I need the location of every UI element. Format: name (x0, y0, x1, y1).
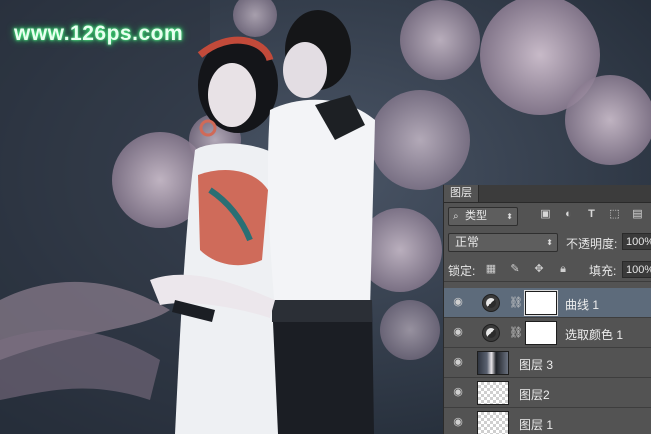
search-icon: ⌕ (453, 211, 459, 222)
layer-row-layer-1[interactable]: ◉ 图层 1 (444, 408, 651, 434)
eye-icon[interactable]: ◉ (451, 386, 465, 398)
layer-row-layer-2[interactable]: ◉ 图层2 (444, 378, 651, 408)
layer-name[interactable]: 图层2 (519, 386, 550, 403)
stepper-arrows-icon: ⬍ (506, 212, 513, 221)
link-icon[interactable]: ⛓︎ (509, 296, 523, 309)
image-filter-icon[interactable]: ▣ (539, 208, 552, 221)
adjustment-layer-icon (482, 324, 500, 342)
smart-object-filter-icon[interactable]: ▤ (631, 208, 644, 221)
layers-panel: 图层 ⌕ 类型 ⬍ ▣ ◐ T ⬚ ▤ 正常 ⬍ 不透明度: 100% 锁定: … (443, 185, 651, 434)
type-filter-icon[interactable]: T (585, 208, 598, 221)
layer-name[interactable]: 图层 3 (519, 356, 553, 373)
shape-filter-icon[interactable]: ⬚ (608, 208, 621, 221)
layer-mask-thumbnail[interactable] (524, 290, 558, 316)
layer-thumbnail[interactable] (477, 351, 509, 375)
stepper-arrows-icon: ⬍ (546, 238, 553, 247)
layer-thumbnail[interactable] (477, 411, 509, 434)
lock-paint-icon[interactable]: ✎ (508, 262, 522, 276)
tab-layers[interactable]: 图层 (444, 185, 479, 202)
adjustment-filter-icon[interactable]: ◐ (562, 208, 575, 221)
eye-icon[interactable]: ◉ (451, 416, 465, 428)
opacity-input[interactable]: 100% (622, 233, 651, 250)
eye-icon[interactable]: ◉ (451, 296, 465, 308)
site-watermark: www.126ps.com (14, 22, 184, 45)
layer-mask-thumbnail[interactable] (525, 321, 557, 345)
link-icon[interactable]: ⛓︎ (509, 326, 523, 339)
fill-input[interactable]: 100% (622, 261, 651, 278)
fill-label: 填充: (589, 264, 617, 278)
adjustment-layer-icon (482, 294, 500, 312)
lock-move-icon[interactable]: ✥ (532, 262, 546, 276)
layer-row-curves-1[interactable]: ◉ ⛓︎ 曲线 1 (444, 288, 651, 318)
layer-row-layer-3[interactable]: ◉ 图层 3 (444, 348, 651, 378)
blend-mode-select[interactable]: 正常 ⬍ (448, 233, 558, 252)
filter-kind-label: 类型 (465, 210, 487, 222)
layer-name[interactable]: 图层 1 (519, 416, 553, 433)
panel-tabbar: 图层 (444, 185, 651, 203)
layers-list: ◉ ⛓︎ 曲线 1 ◉ ⛓︎ 选取颜色 1 ◉ 图层 3 ◉ 图层2 ◉ 图层 … (444, 288, 651, 434)
lock-transparent-icon[interactable]: ▦ (484, 262, 498, 276)
layer-name[interactable]: 选取颜色 1 (565, 326, 623, 343)
lock-row: 锁定: ▦ ✎ ✥ 🔒︎ 填充: 100% (444, 257, 651, 282)
blend-row: 正常 ⬍ 不透明度: 100% (444, 231, 651, 253)
lock-all-icon[interactable]: 🔒︎ (556, 262, 570, 276)
filter-row: ⌕ 类型 ⬍ ▣ ◐ T ⬚ ▤ (444, 203, 651, 229)
lock-label: 锁定: (448, 264, 476, 278)
opacity-label: 不透明度: (566, 237, 618, 251)
eye-icon[interactable]: ◉ (451, 326, 465, 338)
layer-name[interactable]: 曲线 1 (565, 296, 599, 313)
blend-mode-label: 正常 (455, 235, 480, 249)
layer-row-selective-color-1[interactable]: ◉ ⛓︎ 选取颜色 1 (444, 318, 651, 348)
eye-icon[interactable]: ◉ (451, 356, 465, 368)
app-window: www.126ps.com 图层 ⌕ 类型 ⬍ ▣ ◐ T ⬚ ▤ 正常 ⬍ 不… (0, 0, 651, 434)
layer-thumbnail[interactable] (477, 381, 509, 405)
filter-kind-select[interactable]: ⌕ 类型 ⬍ (448, 207, 518, 226)
